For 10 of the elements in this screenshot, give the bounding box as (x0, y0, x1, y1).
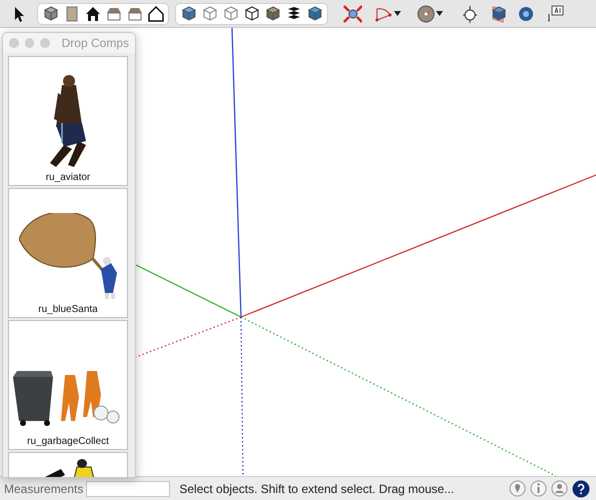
palette-title: Drop Comps (62, 35, 129, 52)
component-name: ru_aviator (46, 171, 90, 185)
component-card[interactable]: ru_aviator (8, 56, 128, 186)
component-card[interactable]: ru_garbageCollect (8, 320, 128, 450)
component-name: ru_garbageCollect (27, 435, 109, 449)
component-name: ru_blueSanta (38, 303, 98, 317)
component-card[interactable]: ru_blueSanta (8, 188, 128, 318)
measurements-label: Measurements (4, 480, 84, 498)
drawing-canvas[interactable]: Drop Comps ru_aviator ru_blueSanta ru_garbageCollect (0, 28, 596, 476)
status-message: Select objects. Shift to extend select. Drag mouse... (179, 480, 454, 498)
